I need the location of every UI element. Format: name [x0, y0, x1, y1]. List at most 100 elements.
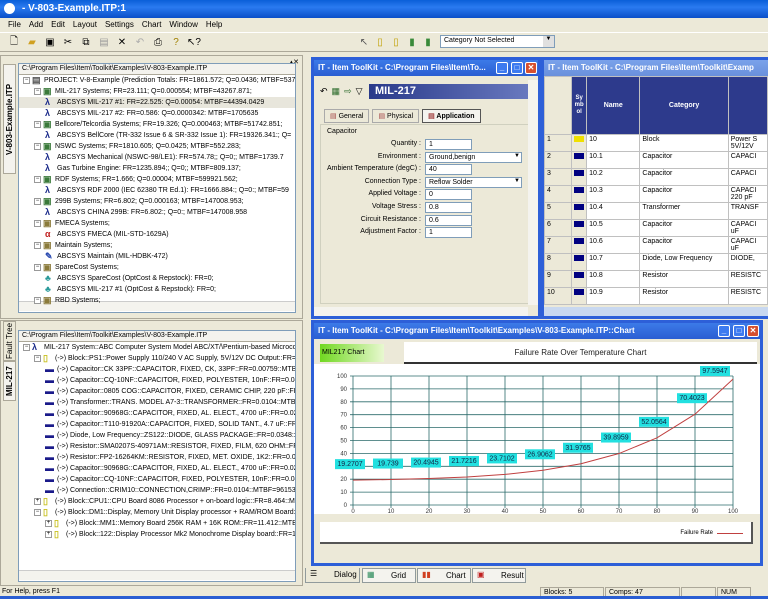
table-row[interactable]: 6 10.5 Capacitor CAPACI uF [544, 219, 768, 237]
undo-icon[interactable]: ↶ [134, 36, 146, 48]
table-row[interactable]: 1 10 Block Power S 5V/12V [544, 134, 768, 152]
tree-item[interactable]: λ ABCSYS MIL-217 #1: FR=22.525: Q=0.00054… [19, 97, 295, 108]
tree-item[interactable]: ▬ (->) Connection::CRIM10::CONNECTION,CRI… [19, 485, 295, 496]
table-row[interactable]: 7 10.6 Capacitor CAPACI uF [544, 236, 768, 254]
tab-application[interactable]: ▤ Application [422, 109, 481, 123]
tree-item[interactable]: ✎ ABCSYS Maintain (MIL-HDBK-472) [19, 251, 295, 262]
table-row[interactable]: 10 10.9 Resistor RESISTC [544, 287, 768, 305]
category-select[interactable]: Category Not Selected ▼ [440, 35, 555, 48]
tree-item[interactable]: ▬ (->) Capacitor::CQ-10NF::CAPACITOR, FIX… [19, 375, 295, 386]
tab-fault-tree[interactable]: Fault Tree [3, 321, 16, 361]
expand-toggle[interactable]: − [34, 354, 41, 362]
tab-grid[interactable]: ▦ Grid [362, 568, 416, 583]
chevron-down-icon[interactable]: ▼ [543, 36, 554, 47]
expand-toggle[interactable]: + [34, 497, 41, 505]
menu-file[interactable]: File [8, 20, 21, 30]
col-header-description[interactable] [727, 76, 768, 135]
field-input[interactable]: 0.6 [425, 214, 472, 226]
tree-item[interactable]: − ▯ (->) Block::PS1::Power Supply 110/240 … [19, 353, 295, 364]
tree-item[interactable]: ▬ (->) Diode, Low Frequency::ZS122::DIODE… [19, 430, 295, 441]
tab-mil-217[interactable]: MIL-217 [3, 361, 16, 401]
tree-item[interactable]: α ABCSYS FMECA (MIL-STD-1629A) [19, 229, 295, 240]
context-help-icon[interactable]: ↖? [187, 36, 201, 48]
tree-item[interactable]: − ▣ NSWC Systems; FR=1810.605; Q=0.0425; M… [19, 141, 295, 152]
expand-toggle[interactable]: − [34, 241, 41, 249]
table-row[interactable]: 8 10.7 Diode, Low Frequency DIODE, [544, 253, 768, 271]
tree-item[interactable]: ▬ (->) Capacitor::0805 COG::CAPACITOR, FI… [19, 386, 295, 397]
horizontal-scrollbar[interactable] [314, 307, 528, 316]
maximize-button[interactable]: □ [511, 62, 523, 74]
field-input[interactable]: 0 [425, 189, 472, 201]
tree-item[interactable]: + ▯ (->) Block::122::Display Processor Mk2… [19, 529, 295, 540]
field-select[interactable]: Reflow Solder ▼ [425, 176, 522, 188]
tree-item[interactable]: − ▣ 299B Systems; FR=6.802; Q=0.000163; MT… [19, 196, 295, 207]
chevron-down-icon[interactable]: ▼ [514, 178, 520, 184]
gate-icon[interactable]: ▮ [406, 36, 418, 48]
tree-item[interactable]: ▬ (->) Capacitor::90968G::CAPACITOR, FIXE… [19, 408, 295, 419]
tree-item[interactable]: λ ABCSYS CHINA 299B: FR=6.802:; Q=0:; MTB… [19, 207, 295, 218]
col-header-symbol[interactable]: Symbol [571, 76, 588, 135]
col-header-category[interactable]: Category [639, 76, 729, 135]
expand-toggle[interactable]: − [34, 508, 41, 516]
tab-physical[interactable]: ▤ Physical [372, 109, 420, 123]
vertical-scrollbar[interactable] [528, 80, 538, 305]
expand-toggle[interactable]: − [34, 197, 41, 205]
tree-item[interactable]: ▬ (->) Resistor::SMA0207S-40971AM::RESIST… [19, 441, 295, 452]
tab-result[interactable]: ▣ Result [472, 568, 526, 583]
close-button[interactable]: ✕ [747, 325, 759, 337]
expand-toggle[interactable]: − [34, 142, 41, 150]
help-icon[interactable]: ? [170, 36, 182, 48]
open-icon[interactable]: ▰ [26, 36, 38, 48]
horizontal-scrollbar[interactable] [19, 570, 295, 580]
paste-icon[interactable]: ▤ [98, 36, 110, 48]
menu-edit[interactable]: Edit [51, 20, 65, 30]
chevron-down-icon[interactable]: ▼ [514, 153, 520, 159]
tree-item[interactable]: − ▣ MIL-217 Systems; FR=23.111; Q=0.000554… [19, 86, 295, 97]
field-select[interactable]: Ground,benign ▼ [425, 151, 522, 163]
tree-item[interactable]: − ▣ FMECA Systems; [19, 218, 295, 229]
tab-dialog[interactable]: ☰ Dialog [305, 568, 360, 583]
tree-item[interactable]: − ▯ (->) Block::DM1::Display, Memory Unit … [19, 507, 295, 518]
tree-item[interactable]: − ▤ PROJECT: V-8-Example (Prediction Total… [19, 75, 295, 86]
tree-item[interactable]: + ▯ (->) Block::MM1::Memory Board 256K RAM… [19, 518, 295, 529]
expand-toggle[interactable]: + [45, 530, 52, 538]
menu-window[interactable]: Window [169, 20, 197, 30]
new-icon[interactable]: 🗋 [8, 36, 20, 48]
calculator-icon[interactable]: ▦ [332, 86, 341, 97]
horizontal-scrollbar[interactable] [544, 307, 768, 316]
tab-chart[interactable]: ▮▮ Chart [417, 568, 471, 583]
expand-toggle[interactable]: + [45, 519, 52, 527]
field-input[interactable]: 40 [425, 164, 472, 176]
delete-icon[interactable]: ✕ [116, 36, 128, 48]
undo-icon[interactable]: ↶ [320, 86, 328, 97]
tree-item[interactable]: − ▣ RDF Systems; FR=1.666; Q=0.00004; MTBF… [19, 174, 295, 185]
tree-item[interactable]: ▬ (->) Capacitor::CQ-10NF::CAPACITOR, FIX… [19, 474, 295, 485]
filter-icon[interactable]: ▽ [356, 86, 363, 97]
tree-item[interactable]: λ ABCSYS RDF 2000 (IEC 62380 TR Ed.1): FR… [19, 185, 295, 196]
minimize-button[interactable]: _ [496, 62, 508, 74]
tree-item[interactable]: ♣ ABCSYS MIL-217 #1 (OptCost & Repstock):… [19, 284, 295, 295]
menu-chart[interactable]: Chart [142, 20, 162, 30]
table-row[interactable]: 4 10.3 Capacitor CAPACI 220 pF [544, 185, 768, 203]
tree-item[interactable]: λ ABCSYS BellCore (TR-332 Issue 6 & SR-33… [19, 130, 295, 141]
tree-item[interactable]: λ ABCSYS Mechanical (NSWC-98/LE1): FR=574… [19, 152, 295, 163]
block-icon[interactable]: ▯ [374, 36, 386, 48]
menu-help[interactable]: Help [206, 20, 222, 30]
tree-item[interactable]: ▬ (->) Resistor::FP2-16264KM::RESISTOR, F… [19, 452, 295, 463]
tab-general[interactable]: ▤ General [324, 109, 370, 123]
gate2-icon[interactable]: ▮ [422, 36, 434, 48]
col-header-name[interactable]: Name [586, 76, 641, 135]
expand-toggle[interactable]: − [34, 219, 41, 227]
tree-item[interactable]: λ Gas Turbine Engine: FR=1235.894;; Q=0;;… [19, 163, 295, 174]
expand-toggle[interactable]: − [34, 120, 41, 128]
cut-icon[interactable]: ✂ [62, 36, 74, 48]
tree-item[interactable]: + ▯ (->) Block::CPU1::CPU Board 8086 Proce… [19, 496, 295, 507]
close-button[interactable]: ✕ [525, 62, 537, 74]
tree-item[interactable]: − λ MIL-217 System::ABC Computer System Mo… [19, 342, 295, 353]
tree-item[interactable]: ♣ ABCSYS SpareCost (OptCost & Repstock): … [19, 273, 295, 284]
tree-item[interactable]: ▬ (->) Capacitor::CK 33PF::CAPACITOR, FIX… [19, 364, 295, 375]
table-row[interactable]: 9 10.8 Resistor RESISTC [544, 270, 768, 288]
tree-item[interactable]: − ▣ Maintain Systems; [19, 240, 295, 251]
tree-item[interactable]: − ▣ SpareCost Systems; [19, 262, 295, 273]
expand-toggle[interactable]: − [23, 76, 30, 84]
